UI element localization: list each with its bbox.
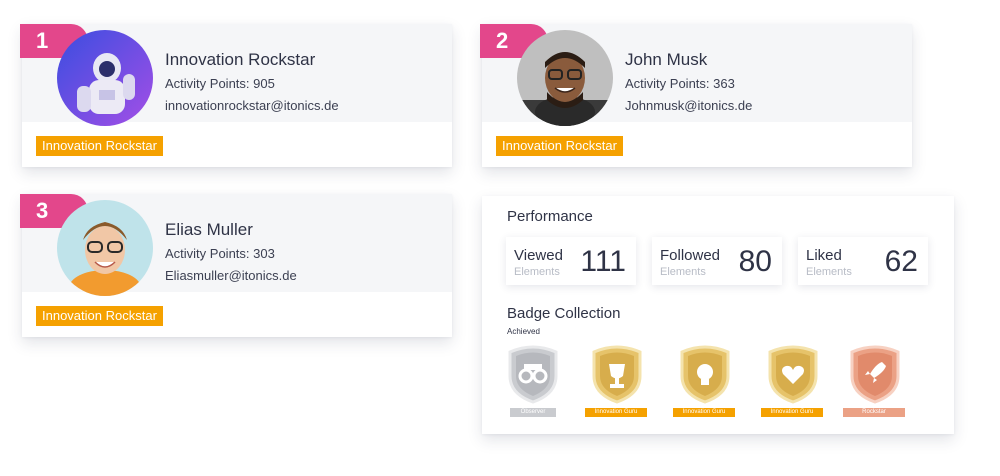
- activity-points: Activity Points: 303: [165, 246, 275, 261]
- badge-innovation-guru-lightbulb[interactable]: Innovation Guru: [673, 344, 735, 417]
- activity-points: Activity Points: 363: [625, 76, 735, 91]
- user-name[interactable]: Innovation Rockstar: [165, 50, 315, 70]
- stat-label: Liked: [806, 247, 842, 264]
- performance-card: Performance Viewed Elements 111 Followed…: [482, 196, 954, 434]
- stat-followed[interactable]: Followed Elements 80: [652, 237, 782, 285]
- heart-icon: [768, 345, 818, 404]
- stat-label: Followed: [660, 247, 721, 264]
- leaderboard-card-3[interactable]: 3 Elias Muller Activity Points: 303 Elia…: [20, 194, 452, 337]
- badge-label: Innovation Guru: [585, 408, 647, 417]
- stat-viewed[interactable]: Viewed Elements 111: [506, 237, 636, 285]
- stat-value: 62: [884, 245, 918, 278]
- avatar[interactable]: [57, 30, 153, 126]
- badge-collection-title: Badge Collection: [507, 305, 621, 322]
- stat-label: Viewed: [514, 247, 563, 264]
- stat-liked[interactable]: Liked Elements 62: [798, 237, 928, 285]
- leaderboard-card-2[interactable]: 2 John Musk Activity Points: 363 Johnmus…: [480, 24, 912, 167]
- lightbulb-icon: [680, 345, 730, 404]
- badge-label: Innovation Guru: [761, 408, 823, 417]
- status-badge: Innovation Rockstar: [36, 306, 163, 326]
- badge-label: Innovation Guru: [673, 408, 735, 417]
- user-name[interactable]: John Musk: [625, 50, 707, 70]
- avatar[interactable]: [57, 200, 153, 296]
- badge-label: Rockstar: [843, 408, 905, 417]
- leaderboard-card-1[interactable]: 1 Innovation Rockstar Activity Points: 9…: [20, 24, 452, 167]
- stat-sublabel: Elements: [514, 266, 560, 278]
- badge-rockstar[interactable]: Rockstar: [843, 344, 905, 417]
- binoculars-icon: [508, 345, 558, 404]
- user-email[interactable]: Eliasmuller@itonics.de: [165, 268, 297, 283]
- user-email[interactable]: Johnmusk@itonics.de: [625, 98, 752, 113]
- badge-innovation-guru-trophy[interactable]: Innovation Guru: [585, 344, 647, 417]
- badge-innovation-guru-heart[interactable]: Innovation Guru: [761, 344, 823, 417]
- avatar[interactable]: [517, 30, 613, 126]
- stat-sublabel: Elements: [660, 266, 706, 278]
- user-name[interactable]: Elias Muller: [165, 220, 253, 240]
- rocket-icon: [850, 345, 900, 404]
- performance-title: Performance: [507, 208, 593, 225]
- badge-label: Observer: [510, 408, 556, 417]
- achieved-label: Achieved: [507, 327, 540, 336]
- status-badge: Innovation Rockstar: [496, 136, 623, 156]
- activity-points: Activity Points: 905: [165, 76, 275, 91]
- stat-value: 111: [580, 245, 626, 278]
- user-email[interactable]: innovationrockstar@itonics.de: [165, 98, 339, 113]
- stat-sublabel: Elements: [806, 266, 852, 278]
- stat-value: 80: [738, 245, 772, 278]
- badge-observer[interactable]: Observer: [503, 344, 563, 417]
- trophy-icon: [592, 345, 642, 404]
- status-badge: Innovation Rockstar: [36, 136, 163, 156]
